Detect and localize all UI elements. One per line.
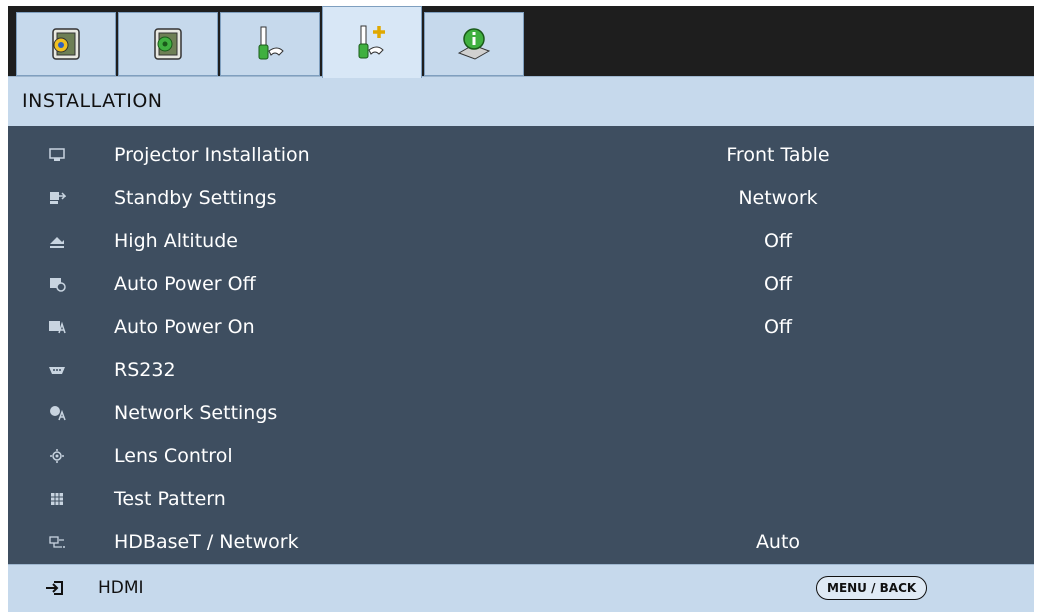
menu-item-value: Off (763, 316, 793, 338)
tab-installation[interactable] (322, 6, 422, 78)
menu-item-label: Projector Installation (114, 144, 310, 166)
menu-item-value: Network (738, 187, 818, 209)
projector-icon (48, 147, 66, 163)
standby-icon (48, 190, 66, 206)
menu-item-label: Standby Settings (114, 187, 277, 209)
menu-item-standby-settings[interactable]: Standby Settings Network (8, 177, 1034, 220)
menu-item-high-altitude[interactable]: High Altitude Off (8, 220, 1034, 263)
menu-item-projector-installation[interactable]: Projector Installation Front Table (8, 134, 1034, 177)
rs232-icon (48, 362, 66, 378)
menu-item-label: Network Settings (114, 402, 278, 424)
menu-item-value: Front Table (726, 144, 830, 166)
menu-item-label: RS232 (114, 359, 176, 381)
menu-item-label: HDBaseT / Network (114, 531, 299, 553)
menu-item-network-settings[interactable]: Network Settings (8, 392, 1034, 435)
menu-item-label: High Altitude (114, 230, 238, 252)
menu-list: Projector Installation Front Table Stand… (8, 126, 1034, 564)
menu-item-lens-control[interactable]: Lens Control (8, 435, 1034, 478)
display-settings-icon (154, 28, 182, 60)
menu-item-label: Lens Control (114, 445, 233, 467)
menu-item-auto-power-on[interactable]: Auto Power On Off (8, 306, 1034, 349)
menu-item-value: Off (763, 273, 793, 295)
lens-icon (48, 448, 66, 464)
menu-back-button[interactable]: MENU / BACK (816, 576, 928, 600)
menu-item-value: Auto (755, 531, 801, 553)
menu-footer: HDMI MENU / BACK (8, 564, 1034, 612)
menu-item-label: Test Pattern (114, 488, 226, 510)
tab-bar (8, 6, 1034, 78)
input-source-icon (46, 581, 63, 595)
altitude-icon (48, 233, 66, 249)
installation-tools-icon (358, 25, 385, 58)
tab-setup[interactable] (220, 12, 320, 76)
tab-information[interactable] (424, 12, 524, 76)
image-settings-icon (52, 28, 80, 60)
tab-display[interactable] (118, 12, 218, 76)
menu-item-label: Auto Power Off (114, 273, 256, 295)
input-source-label: HDMI (98, 578, 144, 598)
page-title: INSTALLATION (22, 90, 163, 112)
menu-item-label: Auto Power On (114, 316, 255, 338)
menu-item-test-pattern[interactable]: Test Pattern (8, 478, 1034, 521)
tab-image[interactable] (16, 12, 116, 76)
test-pattern-icon (48, 491, 66, 507)
setup-tools-icon (258, 26, 284, 60)
auto-power-on-icon (48, 319, 66, 335)
information-icon (457, 28, 491, 60)
menu-item-auto-power-off[interactable]: Auto Power Off Off (8, 263, 1034, 306)
menu-item-value: Off (763, 230, 793, 252)
menu-item-hdbaset-network[interactable]: HDBaseT / Network Auto (8, 521, 1034, 564)
network-icon (48, 405, 66, 421)
menu-header: INSTALLATION (8, 76, 1034, 126)
auto-power-off-icon (48, 276, 66, 292)
menu-item-rs232[interactable]: RS232 (8, 349, 1034, 392)
osd-menu: INSTALLATION Projector Installation Fron… (0, 0, 1038, 614)
hdbaset-icon (48, 534, 66, 550)
